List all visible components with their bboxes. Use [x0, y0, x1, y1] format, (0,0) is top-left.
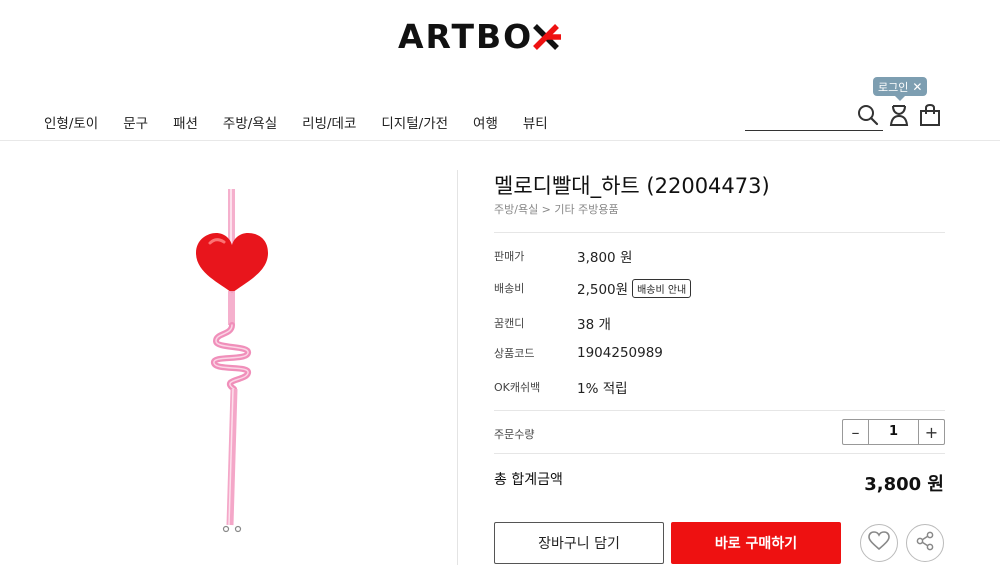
info-label: 꿈캔디	[494, 317, 525, 330]
info-row-price: 판매가 3,800 원	[494, 246, 632, 266]
nav-item-stationery[interactable]: 문구	[123, 112, 148, 132]
search-icon[interactable]	[856, 102, 880, 128]
info-divider	[494, 232, 945, 233]
quantity-stepper: – 1 +	[842, 419, 945, 445]
info-value: 1% 적립	[577, 381, 628, 397]
logo-x-mark	[531, 22, 562, 52]
close-icon[interactable]: ✕	[912, 80, 922, 94]
product-title: 멜로디빨대_하트 (22004473)	[494, 174, 770, 198]
info-label: 판매가	[494, 250, 525, 263]
info-divider	[494, 410, 945, 411]
info-value: 1904250989	[577, 345, 663, 361]
search-input[interactable]	[745, 129, 883, 131]
logo-text: ARTBO	[398, 16, 534, 56]
info-value: 38 개	[577, 317, 611, 333]
login-tooltip-text: 로그인	[878, 80, 909, 94]
info-value: 2,500원	[577, 282, 629, 298]
info-value: 3,800 원	[577, 250, 633, 266]
nav-item-digital[interactable]: 디지털/가전	[381, 112, 448, 132]
quantity-label: 주문수량	[494, 428, 535, 441]
nav-item-living[interactable]: 리빙/데코	[302, 112, 356, 132]
login-tooltip[interactable]: 로그인 ✕	[873, 77, 928, 101]
info-divider	[494, 453, 945, 454]
total-label: 총 합계금액	[494, 472, 563, 488]
info-row-shipping: 배송비 2,500원 배송비 안내	[494, 278, 692, 298]
product-image	[160, 175, 310, 545]
add-to-cart-button[interactable]: 장바구니 담기	[494, 522, 664, 564]
content-divider	[457, 170, 458, 565]
nav-item-beauty[interactable]: 뷰티	[523, 112, 548, 132]
buy-now-button[interactable]: 바로 구매하기	[671, 522, 841, 564]
shipping-info-button[interactable]: 배송비 안내	[632, 278, 692, 298]
nav-item-toy[interactable]: 인형/토이	[44, 112, 98, 132]
wishlist-button[interactable]	[860, 524, 898, 562]
nav-item-fashion[interactable]: 패션	[173, 112, 198, 132]
info-label: 배송비	[494, 282, 525, 295]
quantity-input[interactable]: 1	[869, 420, 918, 444]
user-icon[interactable]	[887, 102, 911, 128]
share-button[interactable]	[906, 524, 944, 562]
main-nav: 인형/토이 문구 패션 주방/욕실 리빙/데코 디지털/가전 여행 뷰티	[44, 112, 573, 132]
artbox-logo[interactable]: ARTBO	[398, 16, 562, 56]
quantity-increase-button[interactable]: +	[918, 420, 944, 444]
nav-item-kitchen[interactable]: 주방/욕실	[223, 112, 277, 132]
header-divider	[0, 140, 1000, 141]
breadcrumb[interactable]: 주방/욕실 > 기타 주방용품	[494, 201, 619, 217]
share-icon	[915, 531, 935, 555]
quantity-decrease-button[interactable]: –	[843, 420, 869, 444]
info-row-candy: 꿈캔디 38 개	[494, 313, 611, 333]
shopping-bag-icon[interactable]	[918, 102, 942, 128]
total-value: 3,800 원	[864, 474, 944, 495]
info-row-product-code: 상품코드 1904250989	[494, 345, 663, 361]
info-label: 상품코드	[494, 347, 535, 360]
info-label: OK캐쉬백	[494, 381, 541, 394]
nav-item-travel[interactable]: 여행	[473, 112, 498, 132]
heart-icon	[868, 531, 890, 555]
info-row-okcashbag: OK캐쉬백 1% 적립	[494, 377, 628, 397]
